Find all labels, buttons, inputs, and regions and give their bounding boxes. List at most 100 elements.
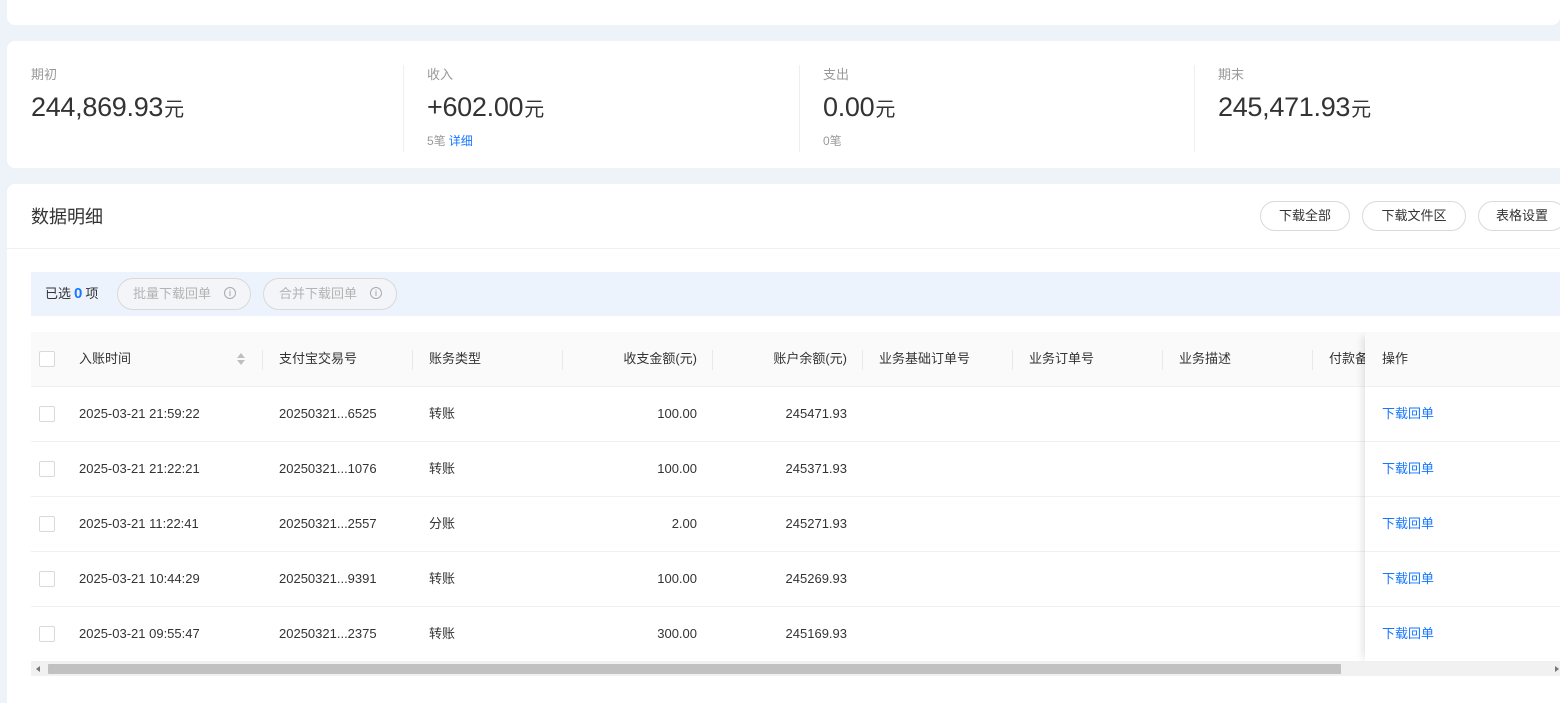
col-base-order: 业务基础订单号 xyxy=(879,351,971,366)
stat-closing-amount: 245,471.93元 xyxy=(1218,92,1371,122)
scrollbar-thumb[interactable] xyxy=(48,664,1341,674)
sort-icon[interactable] xyxy=(237,352,245,366)
stat-expense-count: 0笔 xyxy=(823,134,842,148)
stat-divider xyxy=(403,65,404,152)
stat-closing-label: 期末 xyxy=(1218,67,1245,82)
download-all-button[interactable]: 下载全部 xyxy=(1260,201,1350,231)
col-trade-no: 支付宝交易号 xyxy=(279,351,358,366)
col-divider xyxy=(412,350,413,370)
merge-download-button[interactable]: 合并下载回单 i xyxy=(263,278,397,310)
col-amount: 收支金额(元) xyxy=(623,351,697,366)
cell-trade-no: 20250321...9391 xyxy=(279,571,377,586)
cell-amount: 300.00 xyxy=(657,626,697,641)
action-cell: 下载回单 xyxy=(1365,607,1560,662)
cell-balance: 245169.93 xyxy=(785,626,847,641)
stat-income-amount: +602.00元 xyxy=(427,92,544,122)
cell-time: 2025-03-21 09:55:47 xyxy=(79,626,200,641)
cell-amount: 100.00 xyxy=(657,406,697,421)
table-header: 入账时间 支付宝交易号 账务类型 收支金额(元) 账户余额(元) 业务基础订单号… xyxy=(31,332,1560,387)
download-receipt-link[interactable]: 下载回单 xyxy=(1382,406,1434,421)
cell-trade-no: 20250321...2375 xyxy=(279,626,377,641)
scroll-left-icon[interactable] xyxy=(36,666,40,672)
row-checkbox[interactable] xyxy=(39,406,55,422)
selection-bar: 已选 0 项 批量下载回单 i 合并下载回单 i xyxy=(31,272,1560,316)
download-receipt-link[interactable]: 下载回单 xyxy=(1382,461,1434,476)
col-type: 账务类型 xyxy=(429,351,482,366)
select-all-checkbox[interactable] xyxy=(39,351,55,367)
row-checkbox[interactable] xyxy=(39,571,55,587)
row-checkbox[interactable] xyxy=(39,626,55,642)
table-row: 2025-03-21 21:22:21 20250321...1076 转账 1… xyxy=(31,442,1560,497)
stat-income-label: 收入 xyxy=(427,67,454,82)
cell-time: 2025-03-21 10:44:29 xyxy=(79,571,200,586)
stat-income: 收入 +602.00元 5笔 详细 xyxy=(427,65,544,152)
cell-type: 转账 xyxy=(429,571,456,586)
col-divider xyxy=(1162,350,1163,370)
batch-download-button[interactable]: 批量下载回单 i xyxy=(117,278,251,310)
action-column: 操作 下载回单 下载回单 下载回单 下载回单 下载回单 xyxy=(1365,332,1560,662)
stat-opening-label: 期初 xyxy=(31,67,58,82)
col-divider xyxy=(262,350,263,370)
cell-type: 转账 xyxy=(429,406,456,421)
stat-income-count: 5笔 详细 xyxy=(427,134,473,148)
info-icon: i xyxy=(224,287,236,299)
download-area-button[interactable]: 下载文件区 xyxy=(1362,201,1466,231)
divider xyxy=(7,248,1560,249)
col-time[interactable]: 入账时间 xyxy=(79,332,131,386)
row-checkbox[interactable] xyxy=(39,516,55,532)
download-receipt-link[interactable]: 下载回单 xyxy=(1382,571,1434,586)
stat-closing: 期末 245,471.93元 xyxy=(1218,65,1371,152)
table-row: 2025-03-21 11:22:41 20250321...2557 分账 2… xyxy=(31,497,1560,552)
detail-title: 数据明细 xyxy=(31,207,103,227)
action-cell: 下载回单 xyxy=(1365,387,1560,442)
col-divider xyxy=(862,350,863,370)
scroll-right-icon[interactable] xyxy=(1555,666,1559,672)
action-cell: 下载回单 xyxy=(1365,442,1560,497)
col-divider xyxy=(1012,350,1013,370)
stat-divider xyxy=(1194,65,1195,152)
cell-trade-no: 20250321...2557 xyxy=(279,516,377,531)
col-divider xyxy=(1312,350,1313,370)
info-icon: i xyxy=(370,287,382,299)
cell-time: 2025-03-21 21:59:22 xyxy=(79,406,200,421)
cell-trade-no: 20250321...6525 xyxy=(279,406,377,421)
cell-amount: 2.00 xyxy=(671,516,697,531)
col-order: 业务订单号 xyxy=(1029,351,1095,366)
cell-time: 2025-03-21 21:22:21 xyxy=(79,461,200,476)
col-payer-note: 付款备 xyxy=(1329,351,1365,366)
cell-amount: 100.00 xyxy=(657,461,697,476)
cell-time: 2025-03-21 11:22:41 xyxy=(79,516,199,531)
transactions-table: 入账时间 支付宝交易号 账务类型 收支金额(元) 账户余额(元) 业务基础订单号… xyxy=(31,332,1560,662)
cell-amount: 100.00 xyxy=(657,571,697,586)
cell-type: 转账 xyxy=(429,461,456,476)
download-receipt-link[interactable]: 下载回单 xyxy=(1382,626,1434,641)
stat-divider xyxy=(799,65,800,152)
detail-panel: 数据明细 下载全部 下载文件区 表格设置 已选 0 项 批量下载回单 i 合并下载回单… xyxy=(7,184,1560,703)
horizontal-scrollbar[interactable] xyxy=(31,662,1560,676)
col-desc: 业务描述 xyxy=(1179,351,1232,366)
stat-expense-amount: 0.00元 xyxy=(823,92,896,122)
row-checkbox[interactable] xyxy=(39,461,55,477)
stat-expense: 支出 0.00元 0笔 xyxy=(823,65,895,152)
col-action: 操作 xyxy=(1365,332,1560,387)
table-row: 2025-03-21 21:59:22 20250321...6525 转账 1… xyxy=(31,387,1560,442)
summary-panel: 期初 244,869.93元 收入 +602.00元 5笔 详细 支出 0.00元… xyxy=(7,41,1560,168)
cell-balance: 245471.93 xyxy=(785,406,847,421)
cell-balance: 245269.93 xyxy=(785,571,847,586)
cell-trade-no: 20250321...1076 xyxy=(279,461,377,476)
action-cell: 下载回单 xyxy=(1365,552,1560,607)
income-detail-link[interactable]: 详细 xyxy=(449,134,473,148)
download-receipt-link[interactable]: 下载回单 xyxy=(1382,516,1434,531)
table-settings-button[interactable]: 表格设置 xyxy=(1478,201,1560,231)
stat-expense-label: 支出 xyxy=(823,67,850,82)
cell-type: 分账 xyxy=(429,516,456,531)
stat-opening: 期初 244,869.93元 xyxy=(31,65,184,152)
col-divider xyxy=(562,350,563,370)
table-row: 2025-03-21 10:44:29 20250321...9391 转账 1… xyxy=(31,552,1560,607)
table-row: 2025-03-21 09:55:47 20250321...2375 转账 3… xyxy=(31,607,1560,662)
cell-balance: 245271.93 xyxy=(785,516,847,531)
col-divider xyxy=(712,350,713,370)
cell-balance: 245371.93 xyxy=(785,461,847,476)
cell-type: 转账 xyxy=(429,626,456,641)
col-balance: 账户余额(元) xyxy=(773,351,847,366)
